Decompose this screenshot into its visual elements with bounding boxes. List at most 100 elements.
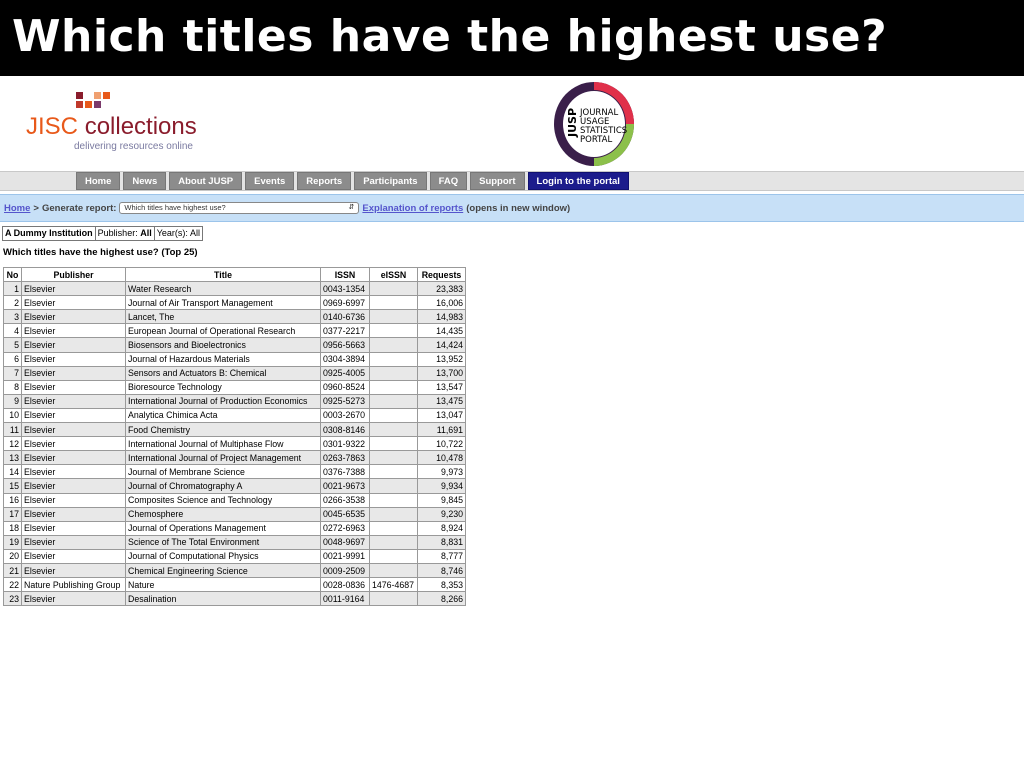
- report-select[interactable]: Which titles have highest use? ⇵: [119, 202, 360, 214]
- table-header-row: No Publisher Title ISSN eISSN Requests: [3, 266, 466, 283]
- table-row: 14 Elsevier Journal of Membrane Science 037…: [3, 464, 466, 480]
- report-select-value: Which titles have highest use?: [124, 203, 226, 212]
- cell-issn: 0021-9673: [320, 478, 370, 494]
- cell-no: 18: [3, 520, 22, 536]
- nav-reports[interactable]: Reports: [297, 172, 352, 190]
- cell-no: 21: [3, 562, 22, 579]
- cell-eissn: [369, 548, 418, 564]
- cell-title: International Journal of Production Econ…: [125, 393, 321, 409]
- cell-issn: 0263-7863: [320, 450, 370, 466]
- years-filter: Year(s): All: [153, 226, 203, 241]
- column-header-publisher[interactable]: Publisher: [21, 266, 126, 283]
- cell-issn: 0301-9322: [320, 436, 370, 452]
- cell-requests: 8,353: [417, 577, 466, 593]
- cell-issn: 0045-6535: [320, 506, 370, 522]
- cell-title: International Journal of Multiphase Flow: [125, 436, 321, 452]
- cell-requests: 14,424: [417, 337, 466, 353]
- cell-issn: 0009-2509: [320, 562, 370, 579]
- nav-support[interactable]: Support: [470, 172, 525, 190]
- cell-no: 10: [3, 407, 22, 424]
- table-row: 1 Elsevier Water Research 0043-1354 23,383: [3, 281, 466, 297]
- cell-eissn: [369, 478, 418, 494]
- cell-publisher: Elsevier: [21, 281, 126, 297]
- cell-eissn: [369, 351, 418, 367]
- cell-requests: 13,047: [417, 407, 466, 424]
- cell-title: Chemosphere: [125, 506, 321, 522]
- cell-requests: 14,435: [417, 323, 466, 339]
- cell-eissn: [369, 281, 418, 297]
- jisc-tagline: delivering resources online: [74, 141, 193, 152]
- cell-eissn: 1476-4687: [369, 577, 418, 593]
- cell-no: 11: [3, 422, 22, 438]
- cell-publisher: Elsevier: [21, 309, 126, 325]
- explanation-of-reports-link[interactable]: Explanation of reports: [362, 203, 463, 214]
- cell-requests: 13,952: [417, 351, 466, 367]
- jisc-collections-logo[interactable]: JISC collections delivering resources on…: [26, 92, 206, 152]
- table-row: 19 Elsevier Science of The Total Environme…: [3, 534, 466, 550]
- cell-eissn: [369, 562, 418, 579]
- column-header-title[interactable]: Title: [125, 266, 321, 283]
- column-header-issn[interactable]: ISSN: [320, 266, 370, 283]
- cell-no: 8: [3, 379, 22, 395]
- table-row: 12 Elsevier International Journal of Multi…: [3, 436, 466, 452]
- cell-issn: 0048-9697: [320, 534, 370, 550]
- table-row: 17 Elsevier Chemosphere 0045-6535 9,230: [3, 506, 466, 522]
- cell-no: 15: [3, 478, 22, 494]
- cell-no: 9: [3, 393, 22, 409]
- cell-issn: 0969-6997: [320, 295, 370, 311]
- nav-participants[interactable]: Participants: [354, 172, 427, 190]
- cell-requests: 9,934: [417, 478, 466, 494]
- cell-issn: 0266-3538: [320, 492, 370, 508]
- cell-no: 23: [3, 591, 22, 607]
- cell-issn: 0304-3894: [320, 351, 370, 367]
- cell-no: 20: [3, 548, 22, 564]
- cell-no: 16: [3, 492, 22, 508]
- table-row: 4 Elsevier European Journal of Operational…: [3, 323, 466, 339]
- cell-no: 2: [3, 295, 22, 311]
- nav-about-jusp[interactable]: About JUSP: [169, 172, 243, 190]
- cell-requests: 10,722: [417, 436, 466, 452]
- cell-no: 1: [3, 281, 22, 297]
- cell-publisher: Elsevier: [21, 436, 126, 452]
- cell-title: Chemical Engineering Science: [125, 562, 321, 579]
- nav-news[interactable]: News: [123, 172, 167, 190]
- table-row: 6 Elsevier Journal of Hazardous Materials 0…: [3, 351, 466, 367]
- cell-eissn: [369, 295, 418, 311]
- new-window-note: (opens in new window): [466, 202, 571, 214]
- nav-faq[interactable]: FAQ: [429, 172, 468, 190]
- report-heading: Which titles have the highest use? (Top …: [3, 247, 198, 258]
- jusp-logo[interactable]: JUSP JOURNAL USAGE STATISTICS PORTAL: [552, 81, 636, 167]
- column-header-eissn[interactable]: eISSN: [369, 266, 418, 283]
- table-row: 10 Elsevier Analytica Chimica Acta 0003-267…: [3, 407, 466, 424]
- top-titles-table: No Publisher Title ISSN eISSN Requests 1…: [3, 266, 466, 607]
- cell-no: 6: [3, 351, 22, 367]
- cell-title: Journal of Air Transport Management: [125, 295, 321, 311]
- cell-title: Science of The Total Environment: [125, 534, 321, 550]
- cell-publisher: Elsevier: [21, 365, 126, 381]
- cell-issn: 0140-6736: [320, 309, 370, 325]
- cell-no: 5: [3, 337, 22, 353]
- login-portal-button[interactable]: Login to the portal: [527, 172, 629, 190]
- table-row: 23 Elsevier Desalination 0011-9164 8,266: [3, 591, 466, 607]
- cell-requests: 16,006: [417, 295, 466, 311]
- nav-home[interactable]: Home: [76, 172, 121, 190]
- cell-title: Sensors and Actuators B: Chemical: [125, 365, 321, 381]
- column-header-requests[interactable]: Requests: [417, 266, 466, 283]
- cell-no: 12: [3, 436, 22, 452]
- cell-issn: 0272-6963: [320, 520, 370, 536]
- cell-requests: 11,691: [417, 422, 466, 438]
- cell-publisher: Elsevier: [21, 393, 126, 409]
- cell-publisher: Elsevier: [21, 351, 126, 367]
- nav-events[interactable]: Events: [245, 172, 295, 190]
- cell-no: 22: [3, 577, 22, 593]
- cell-issn: 0960-8524: [320, 379, 370, 395]
- slide-header: Which titles have the highest use?: [0, 0, 1024, 76]
- cell-requests: 9,845: [417, 492, 466, 508]
- cell-title: Biosensors and Bioelectronics: [125, 337, 321, 353]
- cell-no: 14: [3, 464, 22, 480]
- cell-eissn: [369, 309, 418, 325]
- breadcrumb-home-link[interactable]: Home: [4, 203, 30, 214]
- cell-publisher: Elsevier: [21, 548, 126, 564]
- column-header-no[interactable]: No: [3, 266, 22, 283]
- table-row: 18 Elsevier Journal of Operations Manageme…: [3, 520, 466, 536]
